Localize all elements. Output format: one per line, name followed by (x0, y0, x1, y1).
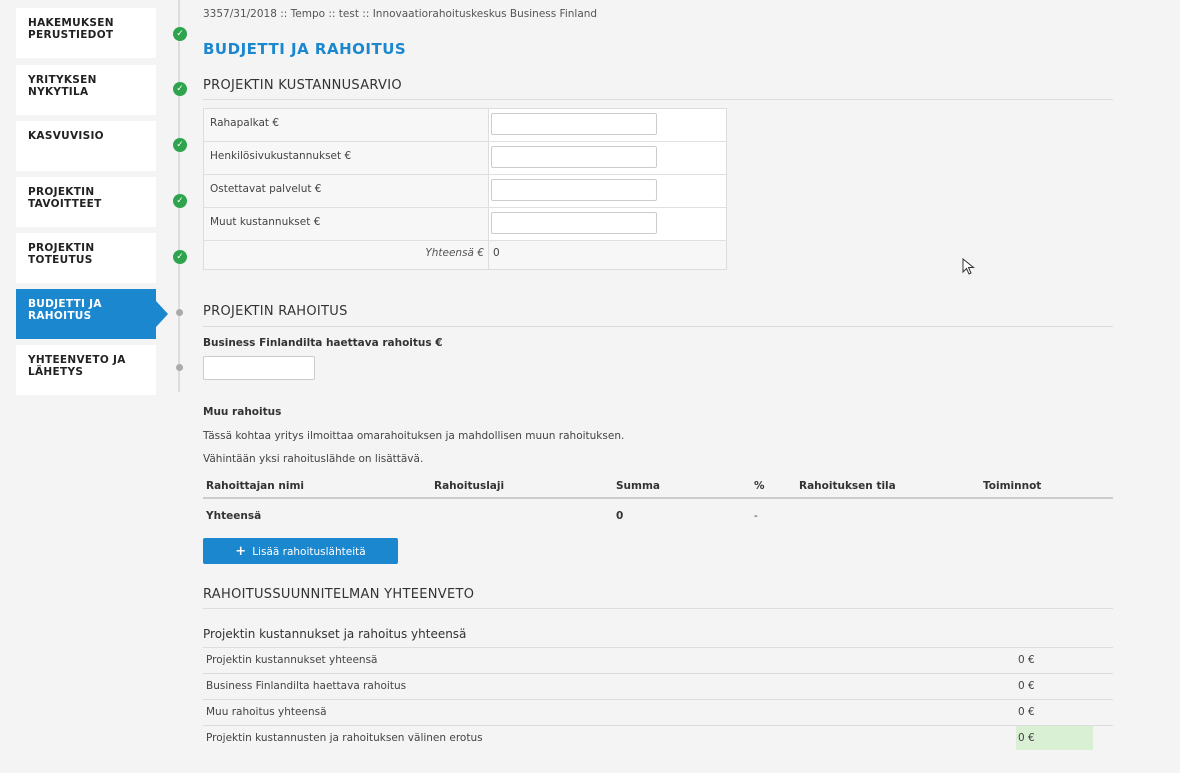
pending-dot-icon (176, 309, 183, 316)
summary-heading: RAHOITUSSUUNNITELMAN YHTEENVETO (203, 587, 475, 602)
check-icon: ✓ (173, 194, 187, 208)
cost-row: Henkilösivukustannukset € (204, 142, 726, 175)
cost-estimate-table: Rahapalkat € Henkilösivukustannukset € O… (203, 108, 727, 270)
cost-row: Ostettavat palvelut € (204, 175, 726, 208)
step-label-line2: NYKYTILA (28, 86, 89, 98)
muut-kustannukset-input[interactable] (491, 212, 657, 234)
step-label-line2: TOTEUTUS (28, 254, 93, 266)
cost-total-value: 0 (489, 241, 726, 269)
cost-row: Muut kustannukset € (204, 208, 726, 241)
step-yrityksen-nykytila[interactable]: YRITYKSEN NYKYTILA (16, 65, 156, 115)
summary-label: Projektin kustannukset yhteensä (206, 654, 378, 666)
column-header: Rahoituslaji (434, 480, 505, 492)
step-label-line2: LÄHETYS (28, 366, 84, 378)
summary-value: 0 € (1018, 706, 1035, 718)
step-label-line1: PROJEKTIN (28, 242, 95, 254)
ostettavat-palvelut-input[interactable] (491, 179, 657, 201)
check-icon: ✓ (173, 250, 187, 264)
summary-row: Projektin kustannusten ja rahoituksen vä… (203, 725, 1113, 751)
cost-label: Rahapalkat € (204, 109, 489, 141)
step-hakemuksen-perustiedot[interactable]: HAKEMUKSEN PERUSTIEDOT (16, 8, 156, 58)
step-label-line1: PROJEKTIN (28, 186, 95, 198)
other-funding-heading: Muu rahoitus (203, 406, 282, 418)
table-header: Rahoittajan nimi Rahoituslaji Summa % Ra… (203, 475, 1113, 499)
summary-row: Business Finlandilta haettava rahoitus 0… (203, 673, 1113, 699)
page-title: BUDJETTI JA RAHOITUS (203, 40, 407, 58)
other-funding-requirement: Vähintään yksi rahoituslähde on lisättäv… (203, 453, 424, 465)
check-icon: ✓ (173, 138, 187, 152)
summary-row: Muu rahoitus yhteensä 0 € (203, 699, 1113, 725)
funding-heading: PROJEKTIN RAHOITUS (203, 304, 348, 319)
breadcrumb: 3357/31/2018 :: Tempo :: test :: Innovaa… (203, 8, 598, 20)
divider (203, 326, 1113, 327)
bf-funding-label: Business Finlandilta haettava rahoitus € (203, 337, 443, 349)
summary-value: 0 € (1018, 680, 1035, 692)
cost-label: Henkilösivukustannukset € (204, 142, 489, 174)
step-label-line2: RAHOITUS (28, 310, 92, 322)
cost-estimate-heading: PROJEKTIN KUSTANNUSARVIO (203, 78, 402, 93)
bf-funding-input[interactable] (203, 356, 315, 380)
summary-table: Projektin kustannukset yhteensä 0 € Busi… (203, 647, 1113, 751)
column-header: Rahoittajan nimi (206, 480, 305, 492)
other-funding-description: Tässä kohtaa yritys ilmoittaa omarahoitu… (203, 430, 625, 442)
divider (203, 608, 1113, 609)
pending-dot-icon (176, 364, 183, 371)
column-header: Toiminnot (983, 480, 1042, 492)
plus-icon: + (235, 544, 247, 559)
summary-label: Projektin kustannusten ja rahoituksen vä… (206, 732, 483, 744)
step-projektin-tavoitteet[interactable]: PROJEKTIN TAVOITTEET (16, 177, 156, 227)
step-label-line2: PERUSTIEDOT (28, 29, 114, 41)
cost-total-label: Yhteensä € (204, 241, 489, 269)
mouse-pointer-icon (962, 258, 975, 275)
table-total-row: Yhteensä 0 - (203, 505, 1113, 527)
total-summa: 0 (616, 510, 624, 522)
add-funding-source-label: Lisää rahoituslähteitä (252, 546, 366, 558)
cost-row: Rahapalkat € (204, 109, 726, 142)
total-percent: - (754, 510, 758, 522)
cost-total-row: Yhteensä € 0 (204, 241, 726, 269)
step-label-line1: YHTEENVETO JA (28, 354, 126, 366)
step-label-line1: KASVUVISIO (28, 130, 104, 142)
summary-subheading: Projektin kustannukset ja rahoitus yhtee… (203, 627, 467, 641)
column-header: Summa (616, 480, 661, 492)
summary-row: Projektin kustannukset yhteensä 0 € (203, 647, 1113, 673)
cost-label: Ostettavat palvelut € (204, 175, 489, 207)
step-label-line2: TAVOITTEET (28, 198, 102, 210)
column-header: Rahoituksen tila (799, 480, 896, 492)
check-icon: ✓ (173, 82, 187, 96)
add-funding-source-button[interactable]: + Lisää rahoituslähteitä (203, 538, 398, 564)
check-icon: ✓ (173, 27, 187, 41)
step-label-line1: BUDJETTI JA (28, 298, 102, 310)
step-kasvuvisio[interactable]: KASVUVISIO (16, 121, 156, 171)
henkilosivukustannukset-input[interactable] (491, 146, 657, 168)
step-budjetti-ja-rahoitus[interactable]: BUDJETTI JA RAHOITUS (16, 289, 168, 339)
total-label: Yhteensä (206, 510, 262, 522)
summary-label: Muu rahoitus yhteensä (206, 706, 327, 718)
other-funding-table: Rahoittajan nimi Rahoituslaji Summa % Ra… (203, 475, 1113, 522)
summary-value: 0 € (1018, 654, 1035, 666)
step-label-line1: YRITYKSEN (28, 74, 97, 86)
cost-label: Muut kustannukset € (204, 208, 489, 240)
summary-label: Business Finlandilta haettava rahoitus (206, 680, 407, 692)
summary-difference-value: 0 € (1016, 726, 1093, 750)
rahapalkat-input[interactable] (491, 113, 657, 135)
step-yhteenveto-ja-lahetys[interactable]: YHTEENVETO JA LÄHETYS (16, 345, 156, 395)
step-projektin-toteutus[interactable]: PROJEKTIN TOTEUTUS (16, 233, 156, 283)
divider (203, 99, 1113, 100)
column-header: % (754, 480, 765, 492)
step-label-line1: HAKEMUKSEN (28, 17, 114, 29)
